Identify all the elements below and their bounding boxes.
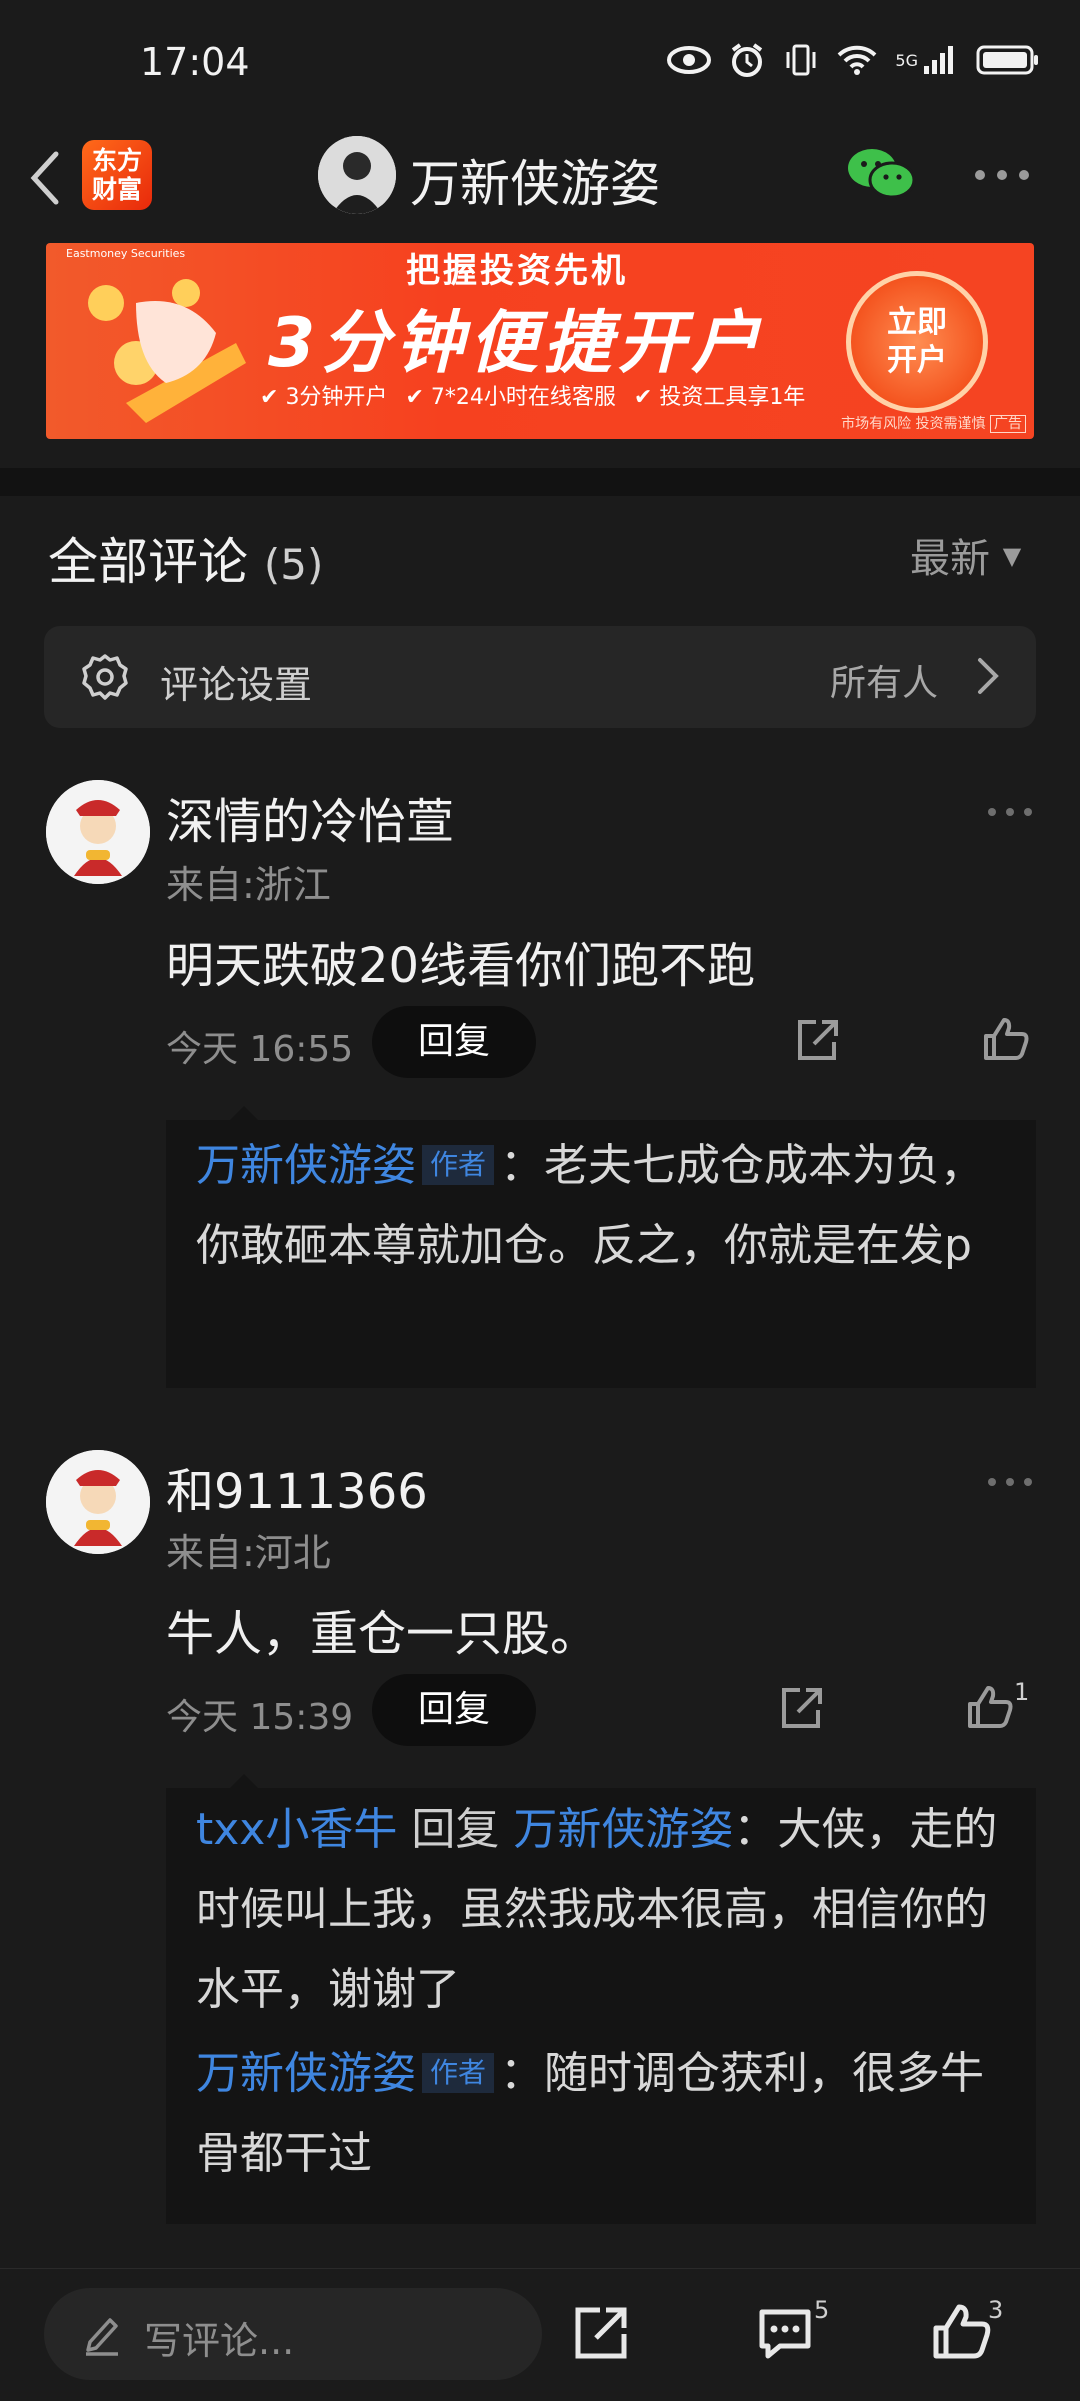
- banner-features: ✔ 3分钟开户 ✔ 7*24小时在线客服 ✔ 投资工具享1年: [260, 379, 805, 411]
- reply-author[interactable]: txx小香牛: [196, 1804, 397, 1855]
- reply-button[interactable]: 回复: [372, 1674, 536, 1746]
- comment-icon[interactable]: [756, 2304, 814, 2362]
- comment-region: 来自:河北: [166, 1531, 331, 1575]
- like-icon[interactable]: [982, 1016, 1030, 1062]
- share-icon[interactable]: [778, 1686, 824, 1732]
- status-time: 17:04: [140, 40, 250, 84]
- wifi-icon: [838, 45, 877, 75]
- reply-item[interactable]: 万新侠游姿 作者 ：老夫七成仓成本为负，你敢砸本尊就加仓。反之，你就是在发p: [196, 1126, 1016, 1286]
- status-icons: 5G: [667, 42, 1040, 78]
- coin-hand-icon: [88, 279, 246, 423]
- reply-pointer: [230, 1774, 258, 1788]
- app-logo[interactable]: 东方 财富: [82, 140, 152, 210]
- like-count: 1: [1014, 1678, 1030, 1706]
- comment-region: 来自:浙江: [166, 863, 331, 907]
- eye-icon: [667, 46, 712, 74]
- page-title: 万新侠游姿: [410, 155, 660, 213]
- alarm-icon: [732, 43, 763, 77]
- vibrate-icon: [786, 44, 816, 76]
- more-icon[interactable]: [972, 160, 1032, 190]
- comment-time: 今天 15:39: [166, 1697, 354, 1738]
- reply-box: txx小香牛 回复 万新侠游姿：大侠，走的时候叫上我，虽然我成本很高，相信你的水…: [166, 1788, 1036, 2224]
- banner-feature: ✔ 7*24小时在线客服: [405, 385, 616, 410]
- author-avatar[interactable]: [318, 136, 396, 214]
- comment-text: 明天跌破20线看你们跑不跑: [166, 938, 756, 994]
- author-tag: 作者: [422, 2053, 495, 2093]
- comment-username[interactable]: 和9111366: [166, 1452, 428, 1522]
- like-icon[interactable]: [932, 2302, 992, 2360]
- reply-pointer: [230, 1106, 258, 1120]
- user-avatar[interactable]: [46, 780, 150, 884]
- gear-icon: [82, 654, 128, 700]
- author-tag: 作者: [422, 1145, 495, 1185]
- reply-author[interactable]: 万新侠游姿: [196, 2048, 416, 2099]
- more-icon[interactable]: [986, 802, 1034, 822]
- reply-item[interactable]: 万新侠游姿 作者 ：随时调仓获利，很多牛骨都干过: [196, 2034, 1022, 2194]
- pencil-icon: [86, 2318, 118, 2356]
- banner-feature: ✔ 3分钟开户: [260, 385, 388, 410]
- ad-banner[interactable]: Eastmoney Securities 把握投资先机 3分钟便捷开户 ✔ 3分…: [46, 243, 1034, 439]
- section-divider: [0, 468, 1080, 496]
- ad-label: 广告: [990, 415, 1026, 433]
- battery-icon: [976, 45, 1038, 75]
- wechat-icon[interactable]: [846, 146, 916, 202]
- more-icon[interactable]: [986, 1472, 1034, 1492]
- comment-text: 牛人，重仓一只股。: [166, 1606, 599, 1662]
- share-icon[interactable]: [572, 2304, 630, 2362]
- user-avatar[interactable]: [46, 1450, 150, 1554]
- banner-headline: 把握投资先机: [406, 251, 628, 291]
- reply-word: 回复: [411, 1804, 500, 1855]
- banner-brand: Eastmoney Securities: [66, 247, 186, 260]
- reply-button[interactable]: 回复: [372, 1006, 536, 1078]
- sort-dropdown[interactable]: 最新 ▼: [910, 526, 1021, 584]
- comments-count: (5): [263, 540, 324, 589]
- reply-author[interactable]: 万新侠游姿: [196, 1140, 416, 1191]
- banner-feature: ✔ 投资工具享1年: [633, 385, 806, 410]
- reply-box: 万新侠游姿 作者 ：老夫七成仓成本为负，你敢砸本尊就加仓。反之，你就是在发p: [166, 1120, 1036, 1388]
- like-count: 3: [988, 2296, 1004, 2324]
- banner-disclaimer: 市场有风险 投资需谨慎 广告: [841, 413, 1026, 433]
- comment-time: 今天 16:55: [166, 1029, 354, 1070]
- banner-main: 3分钟便捷开户: [268, 304, 766, 383]
- comment-username[interactable]: 深情的冷怡萱: [166, 782, 454, 852]
- comment-settings[interactable]: 评论设置 所有人: [44, 626, 1036, 728]
- reply-target[interactable]: 万新侠游姿: [513, 1804, 733, 1855]
- signal-icon: [924, 46, 953, 74]
- settings-label: 评论设置: [160, 663, 313, 707]
- comment-count: 5: [814, 2296, 830, 2324]
- caret-down-icon: ▼: [1002, 542, 1022, 570]
- like-icon[interactable]: [966, 1684, 1014, 1730]
- settings-value: 所有人: [829, 663, 938, 704]
- open-account-button[interactable]: 立即 开户: [846, 271, 988, 413]
- chevron-right-icon: [978, 658, 999, 694]
- network-label: 5G: [895, 50, 918, 70]
- comments-title: 全部评论 (5): [48, 533, 324, 591]
- back-arrow-icon[interactable]: [24, 148, 64, 208]
- write-placeholder: 写评论...: [144, 2319, 295, 2363]
- reply-item[interactable]: txx小香牛 回复 万新侠游姿：大侠，走的时候叫上我，虽然我成本很高，相信你的水…: [196, 1790, 1022, 2030]
- share-icon[interactable]: [794, 1018, 840, 1064]
- write-comment-input[interactable]: 写评论...: [44, 2288, 542, 2380]
